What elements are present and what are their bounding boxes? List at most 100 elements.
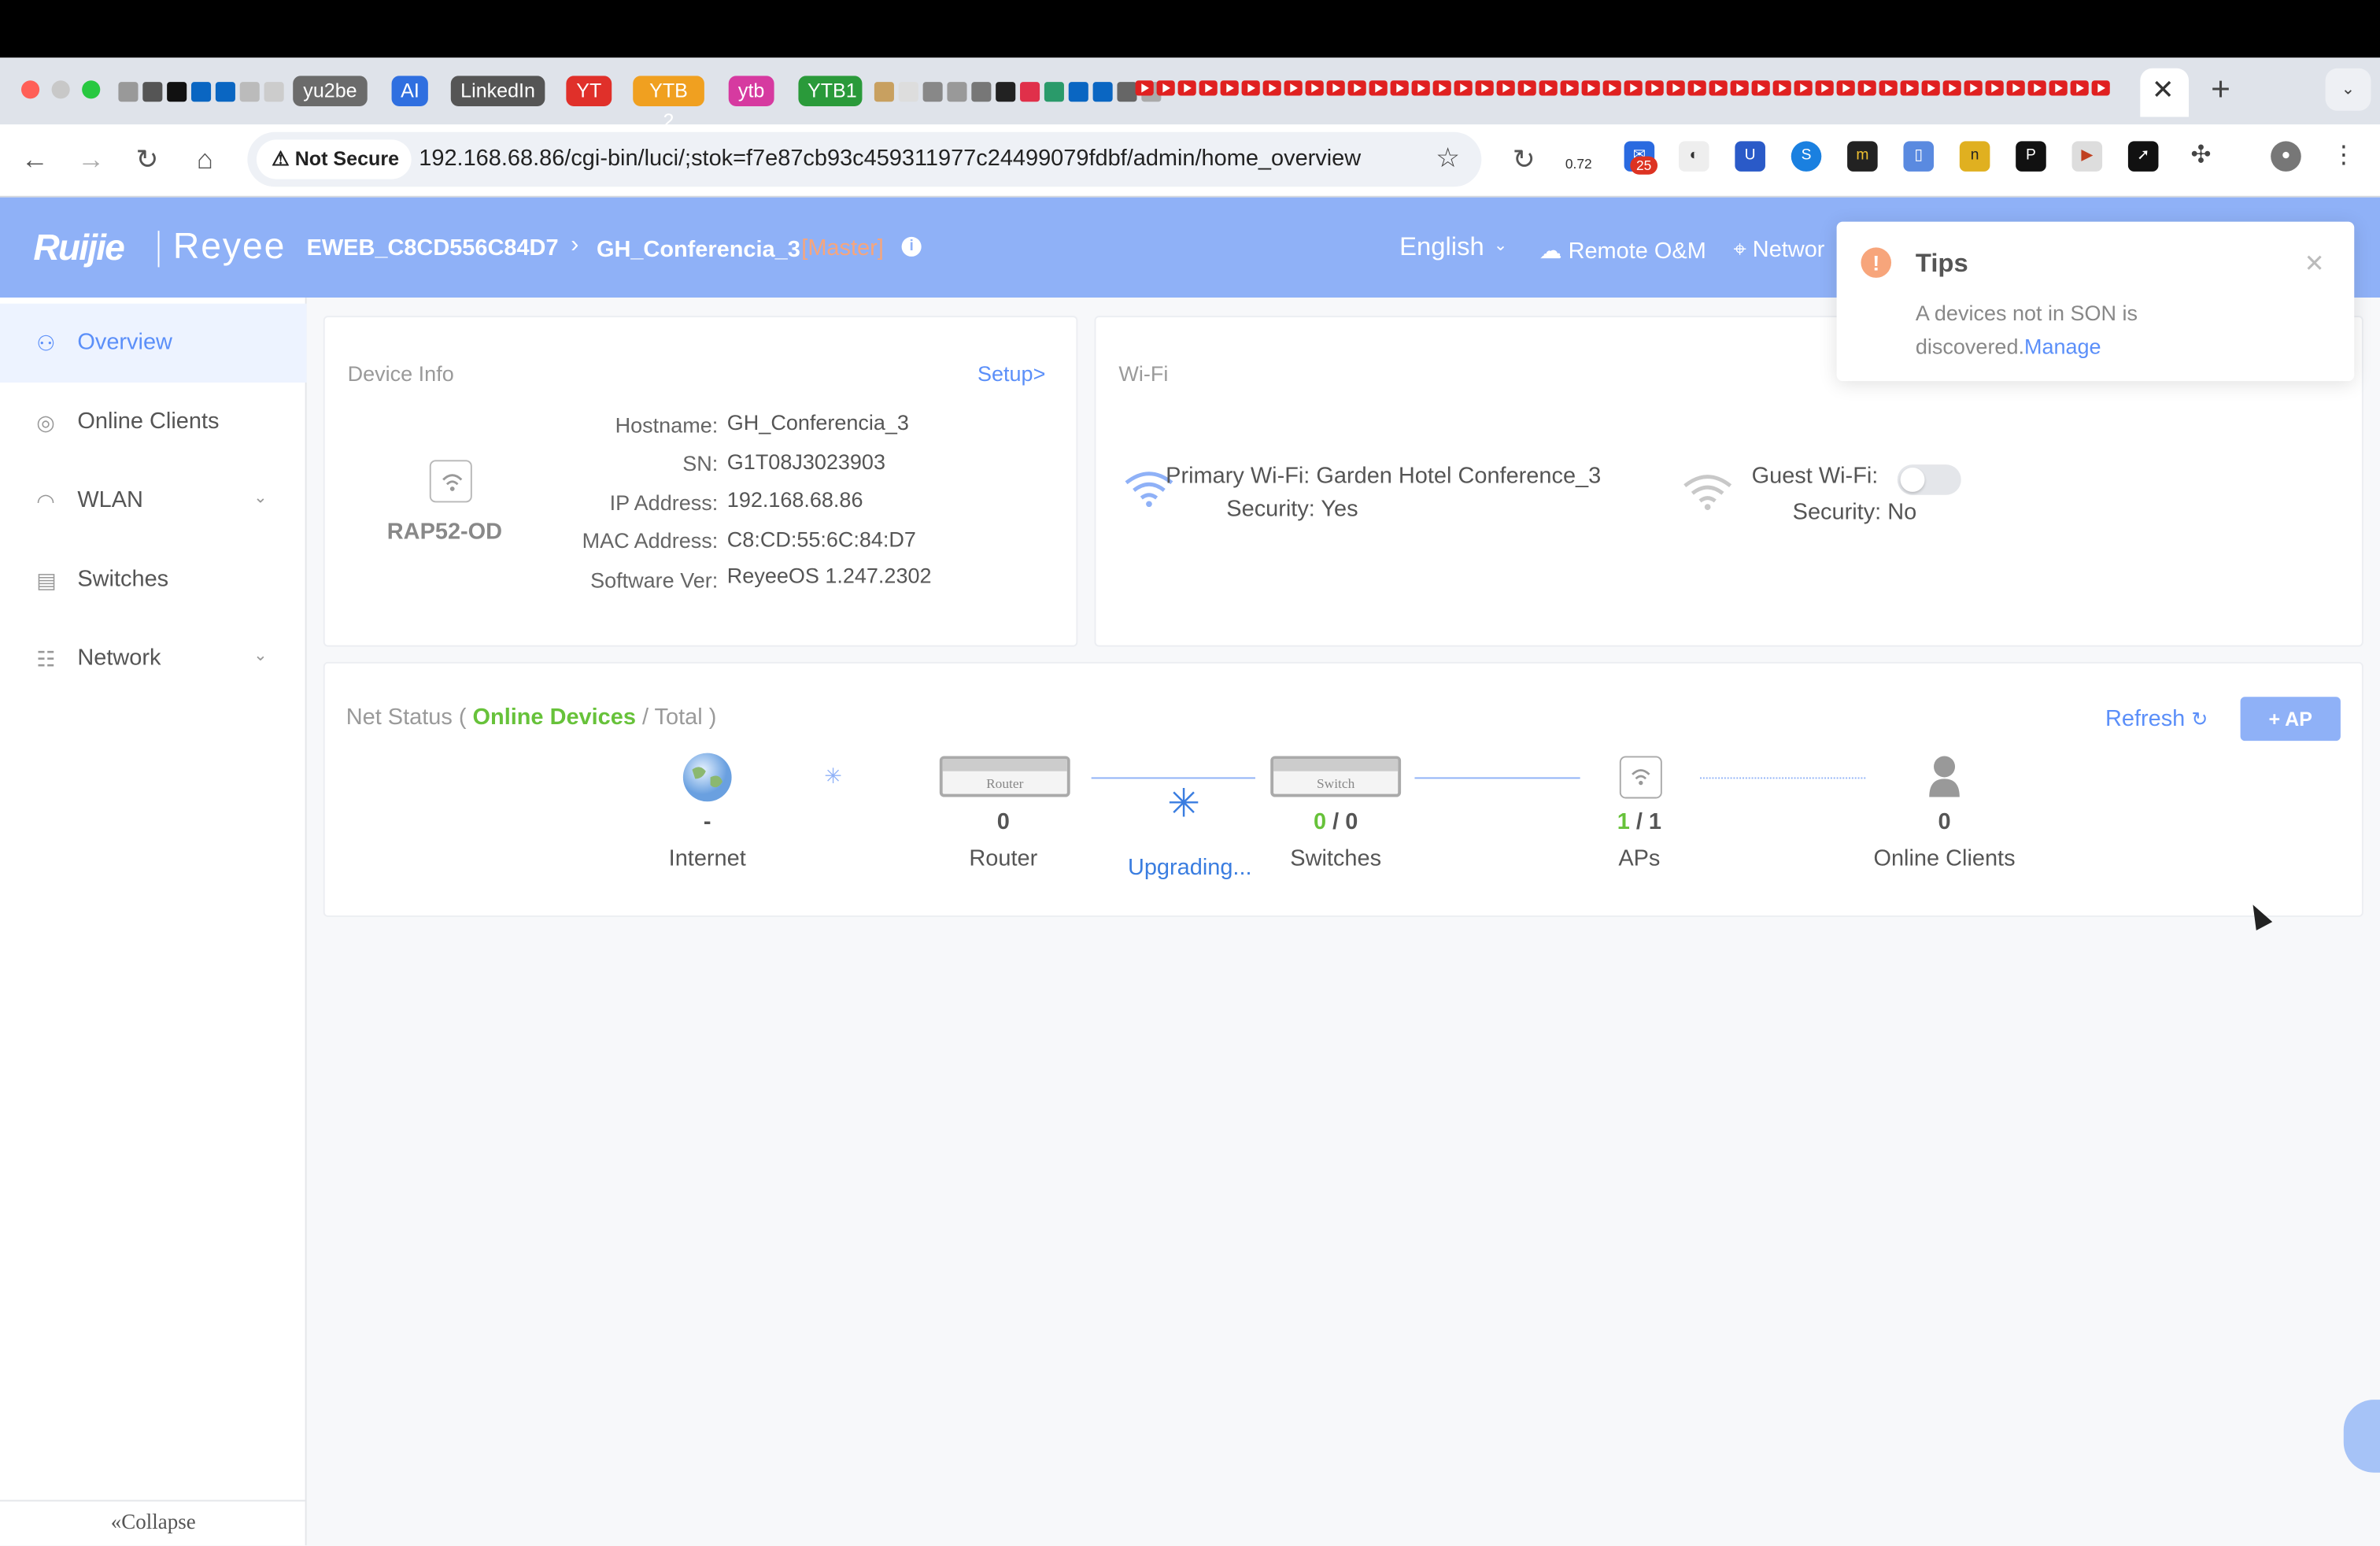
tab-group-ai[interactable]: AI — [391, 76, 428, 107]
reload-icon[interactable]: ↻ — [126, 139, 168, 181]
favicon[interactable] — [922, 81, 943, 102]
chevron-down-icon[interactable]: ⌄ — [1494, 235, 1508, 255]
youtube-icon[interactable] — [1772, 80, 1791, 96]
youtube-icon[interactable] — [1815, 80, 1834, 96]
manage-link[interactable]: Manage — [2024, 334, 2101, 358]
window-minimize-button[interactable] — [51, 80, 70, 99]
youtube-icon[interactable] — [1602, 80, 1621, 96]
tab-group-linkedin[interactable]: LinkedIn — [450, 76, 545, 107]
floating-assistant-button[interactable] — [2343, 1400, 2380, 1473]
youtube-icon[interactable] — [1836, 80, 1855, 96]
youtube-icon[interactable] — [1432, 80, 1451, 96]
tab-group-ytb2[interactable]: YTB 2 — [633, 76, 704, 132]
youtube-icon[interactable] — [1326, 80, 1345, 96]
extension-icon[interactable]: n — [1959, 141, 1990, 172]
sidebar-item-wlan[interactable]: ◠ WLAN ⌄ — [0, 461, 307, 540]
sidebar-item-overview[interactable]: ⚇ Overview — [0, 303, 307, 383]
tab-search-chevron-icon[interactable]: ⌄ — [2325, 68, 2371, 111]
youtube-icon[interactable] — [1900, 80, 1919, 96]
youtube-icon[interactable] — [1454, 80, 1473, 96]
extension-icon[interactable]: ▶ — [2071, 141, 2103, 172]
youtube-icon[interactable] — [1985, 80, 2004, 96]
youtube-icon[interactable] — [1241, 80, 1260, 96]
favicon[interactable] — [898, 81, 918, 102]
setup-link[interactable]: Setup> — [978, 361, 1045, 386]
remote-om-link[interactable]: ☁ Remote O&M — [1539, 237, 1706, 264]
sidebar-item-online-clients[interactable]: ◎ Online Clients — [0, 383, 307, 461]
youtube-icon[interactable] — [1199, 80, 1218, 96]
youtube-icon[interactable] — [2091, 80, 2110, 96]
breadcrumb-network[interactable]: EWEB_C8CD556C84D7 — [307, 235, 559, 261]
back-arrow-icon[interactable]: ← — [13, 139, 56, 181]
favicon[interactable] — [264, 81, 284, 102]
address-bar[interactable]: ⚠ Not Secure 192.168.68.86/cgi-bin/luci/… — [247, 131, 1482, 187]
favicon[interactable] — [874, 81, 894, 102]
youtube-icon[interactable] — [1496, 80, 1515, 96]
youtube-icon[interactable] — [1666, 80, 1685, 96]
extension-icon[interactable]: m — [1847, 141, 1878, 172]
youtube-icon[interactable] — [1305, 80, 1324, 96]
extension-icon[interactable]: ▯ — [1903, 141, 1935, 172]
linkedin-icon[interactable] — [215, 81, 235, 102]
youtube-icon[interactable] — [1220, 80, 1239, 96]
youtube-icon[interactable] — [1645, 80, 1664, 96]
youtube-icon[interactable] — [2027, 80, 2046, 96]
security-indicator[interactable]: ⚠ Not Secure — [256, 139, 412, 179]
speed-extension[interactable]: 0.72 — [1563, 149, 1594, 179]
youtube-icon[interactable] — [1687, 80, 1706, 96]
extension-icon[interactable]: ◐ — [1679, 141, 1709, 172]
youtube-icon[interactable] — [2006, 80, 2025, 96]
bookmark-star-icon[interactable]: ☆ — [1436, 142, 1460, 175]
youtube-icon[interactable] — [1156, 80, 1175, 96]
youtube-icon[interactable] — [2049, 80, 2068, 96]
favicon[interactable] — [947, 81, 967, 102]
youtube-icon[interactable] — [1751, 80, 1770, 96]
url-text[interactable]: 192.168.68.86/cgi-bin/luci/;stok=f7e87cb… — [419, 146, 1361, 172]
window-zoom-button[interactable] — [82, 80, 101, 99]
linkedin-icon[interactable] — [1068, 81, 1088, 102]
refresh-button[interactable]: Refresh ↻ — [2105, 706, 2208, 732]
youtube-icon[interactable] — [1390, 80, 1409, 96]
youtube-icon[interactable] — [1517, 80, 1536, 96]
linkedin-icon[interactable] — [1092, 81, 1113, 102]
forward-arrow-icon[interactable]: → — [70, 139, 113, 181]
favicon[interactable] — [996, 81, 1016, 102]
favicon[interactable] — [239, 81, 260, 102]
reload-extension-icon[interactable]: ↻ — [1502, 139, 1545, 181]
youtube-icon[interactable] — [1560, 80, 1579, 96]
tab-group-yu2be[interactable]: yu2be — [293, 76, 368, 107]
youtube-icon[interactable] — [1857, 80, 1876, 96]
youtube-icon[interactable] — [1369, 80, 1388, 96]
youtube-icon[interactable] — [1730, 80, 1749, 96]
window-close-button[interactable] — [21, 80, 40, 99]
youtube-icon[interactable] — [1921, 80, 1940, 96]
youtube-icon[interactable] — [1624, 80, 1643, 96]
youtube-icon[interactable] — [1135, 80, 1154, 96]
guest-wifi-toggle[interactable] — [1897, 464, 1961, 495]
new-tab-button[interactable]: + — [2204, 70, 2237, 109]
youtube-icon[interactable] — [1411, 80, 1430, 96]
tab-group-ytb[interactable]: ytb — [728, 76, 774, 107]
send-extension-icon[interactable]: ➚ — [2127, 141, 2159, 172]
close-icon[interactable]: ✕ — [2304, 249, 2325, 279]
info-icon[interactable]: i — [901, 236, 922, 257]
youtube-icon[interactable] — [1942, 80, 1961, 96]
breadcrumb-device[interactable]: GH_Conferencia_3 — [597, 237, 800, 263]
favicon[interactable] — [1044, 81, 1064, 102]
close-tab-icon[interactable]: ✕ — [2146, 73, 2179, 106]
youtube-icon[interactable] — [1539, 80, 1558, 96]
globe-icon[interactable] — [1117, 81, 1137, 102]
youtube-icon[interactable] — [1581, 80, 1600, 96]
extensions-puzzle-icon[interactable]: ✣ — [2186, 141, 2216, 172]
language-selector[interactable]: English — [1399, 232, 1484, 263]
notion-icon[interactable] — [167, 81, 187, 102]
browser-menu-icon[interactable]: ⋮ — [2328, 141, 2359, 172]
youtube-icon[interactable] — [1964, 80, 1983, 96]
youtube-icon[interactable] — [1709, 80, 1728, 96]
youtube-icon[interactable] — [1177, 80, 1196, 96]
home-icon[interactable]: ⌂ — [183, 139, 226, 181]
extension-icon[interactable]: P — [2016, 141, 2046, 172]
sidebar-item-switches[interactable]: ▤ Switches — [0, 541, 307, 620]
favicon[interactable] — [971, 81, 992, 102]
youtube-icon[interactable] — [1475, 80, 1494, 96]
